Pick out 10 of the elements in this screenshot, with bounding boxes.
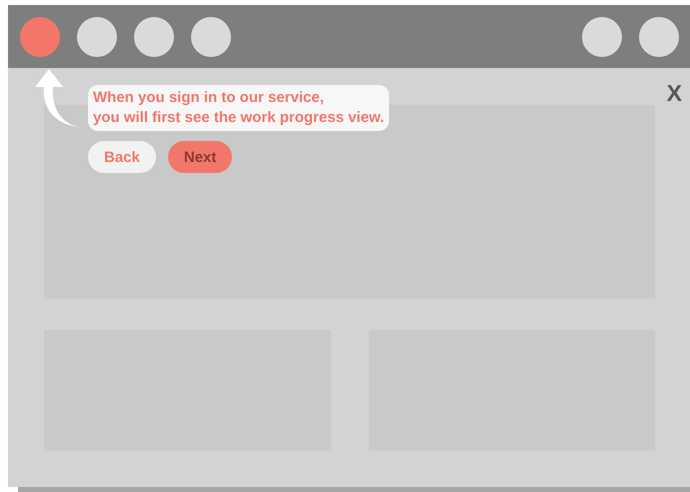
close-button[interactable]: X [666,80,682,107]
window-control[interactable] [191,16,231,56]
back-button[interactable]: Back [88,141,156,173]
window-control[interactable] [77,16,117,56]
window-control[interactable] [20,16,60,56]
tour-message: When you sign in to our service, you will first see the work progress view. [88,85,390,131]
window-control[interactable] [639,16,679,56]
window-control[interactable] [582,16,622,56]
window-control[interactable] [134,16,174,56]
curved-arrow-icon [33,67,83,129]
